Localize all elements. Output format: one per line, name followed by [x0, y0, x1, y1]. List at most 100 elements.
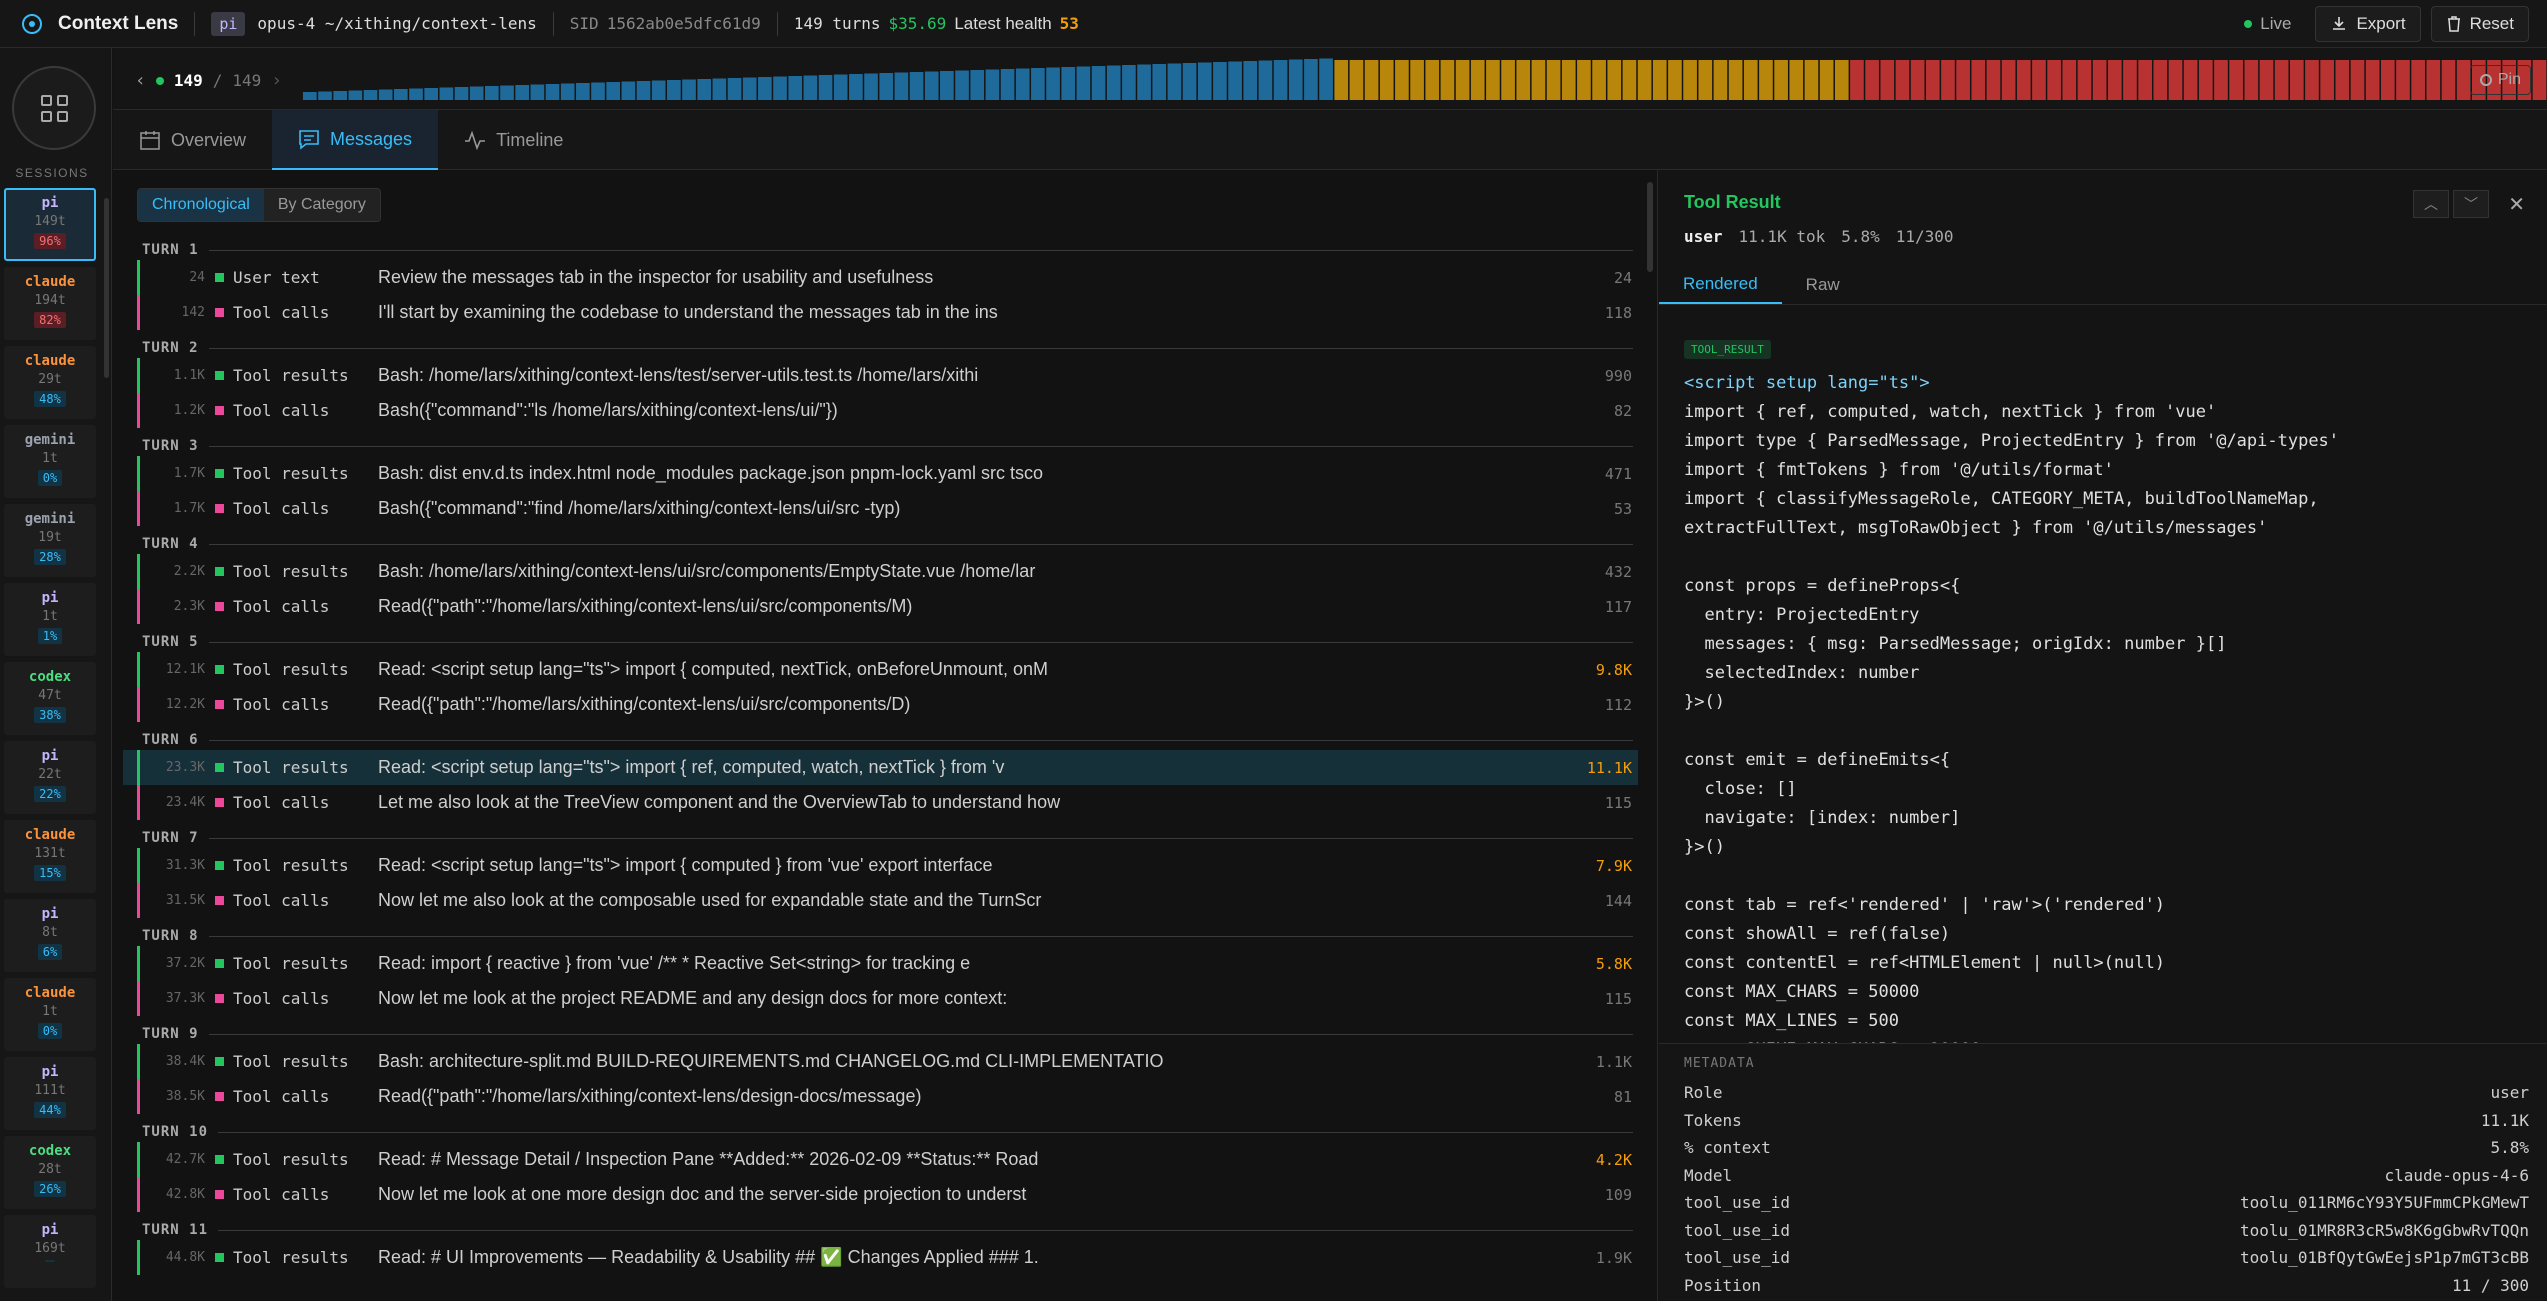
- turn-bar[interactable]: [773, 76, 787, 101]
- turn-bar[interactable]: [1516, 60, 1531, 100]
- turn-bar[interactable]: [2077, 60, 2092, 100]
- chronological-button[interactable]: Chronological: [138, 189, 264, 221]
- turn-bar[interactable]: [409, 88, 423, 101]
- turn-bar[interactable]: [1880, 60, 1895, 100]
- turn-bar[interactable]: [2214, 60, 2228, 100]
- turn-bar[interactable]: [1440, 60, 1455, 100]
- turn-bar[interactable]: [1122, 65, 1136, 100]
- messages-scrollbar[interactable]: [1647, 182, 1653, 272]
- turn-bar[interactable]: [1182, 63, 1197, 100]
- turn-bar[interactable]: [1273, 60, 1288, 100]
- pin-button[interactable]: Pin: [2469, 65, 2531, 95]
- turn-bar[interactable]: [2350, 60, 2365, 100]
- turn-bar[interactable]: [636, 81, 651, 100]
- turn-bar[interactable]: [485, 86, 499, 100]
- turn-bar[interactable]: [1850, 60, 1864, 100]
- sidebar-scrollbar[interactable]: [104, 198, 109, 378]
- session-item[interactable]: pi 169t: [4, 1215, 96, 1288]
- message-row[interactable]: 12.2K Tool calls Read({"path":"/home/lar…: [123, 687, 1638, 722]
- turn-bar[interactable]: [500, 85, 514, 101]
- turn-bar[interactable]: [1789, 60, 1804, 100]
- session-item[interactable]: claude 29t 48%: [4, 346, 96, 419]
- turn-bar[interactable]: [303, 92, 317, 100]
- turn-bar[interactable]: [803, 75, 818, 101]
- turn-bar[interactable]: [1046, 67, 1060, 101]
- turn-bar[interactable]: [1197, 62, 1212, 101]
- turn-bar[interactable]: [1668, 60, 1682, 100]
- turn-bar[interactable]: [1395, 60, 1409, 100]
- turn-bar[interactable]: [2229, 60, 2243, 100]
- turn-bar[interactable]: [1152, 64, 1167, 100]
- turn-bar[interactable]: [1561, 60, 1576, 100]
- turn-bar[interactable]: [970, 70, 985, 100]
- turn-bar[interactable]: [1637, 60, 1652, 100]
- turn-bar[interactable]: [1410, 60, 1424, 100]
- turn-bar[interactable]: [1137, 64, 1151, 101]
- turn-bar[interactable]: [1895, 60, 1910, 100]
- turn-bar[interactable]: [1956, 60, 1970, 100]
- turn-bar[interactable]: [2092, 60, 2107, 100]
- turn-bar[interactable]: [1091, 66, 1106, 100]
- turn-bar[interactable]: [1622, 60, 1637, 100]
- next-message-button[interactable]: ﹀: [2453, 190, 2489, 218]
- turn-bar[interactable]: [1304, 59, 1318, 100]
- tab-timeline[interactable]: Timeline: [438, 110, 589, 170]
- turn-bar[interactable]: [2365, 60, 2380, 100]
- turn-bar[interactable]: [576, 83, 590, 100]
- turn-bar[interactable]: [2274, 60, 2289, 100]
- live-indicator[interactable]: Live: [2244, 14, 2291, 34]
- message-row[interactable]: 38.4K Tool results Bash: architecture-sp…: [123, 1044, 1638, 1079]
- turn-bar[interactable]: [1834, 60, 1849, 100]
- turn-bar[interactable]: [1713, 60, 1728, 100]
- turn-bar[interactable]: [2016, 60, 2031, 100]
- turn-bar[interactable]: [2320, 60, 2334, 100]
- turn-bar[interactable]: [2183, 60, 2198, 100]
- turn-bar[interactable]: [682, 79, 696, 101]
- session-item[interactable]: claude 131t 15%: [4, 820, 96, 893]
- turn-bar[interactable]: [621, 81, 636, 101]
- message-row[interactable]: 2.2K Tool results Bash: /home/lars/xithi…: [123, 554, 1638, 589]
- turn-bar[interactable]: [1379, 60, 1394, 100]
- turn-bar[interactable]: [378, 89, 393, 101]
- turn-bar[interactable]: [1364, 60, 1379, 100]
- turn-bar[interactable]: [1319, 58, 1333, 101]
- turn-bar[interactable]: [667, 80, 681, 100]
- turn-bar[interactable]: [742, 77, 757, 101]
- turn-bar[interactable]: [318, 91, 332, 101]
- turn-bar[interactable]: [1228, 61, 1242, 101]
- previous-message-button[interactable]: ︿: [2413, 190, 2449, 218]
- turn-bar[interactable]: [1925, 60, 1940, 100]
- turn-bar[interactable]: [606, 82, 621, 100]
- turn-bar[interactable]: [1865, 60, 1879, 100]
- turn-bar[interactable]: [2062, 60, 2077, 100]
- session-item[interactable]: codex 28t 26%: [4, 1136, 96, 1209]
- tab-rendered[interactable]: Rendered: [1659, 265, 1782, 304]
- message-row[interactable]: 24 User text Review the messages tab in …: [123, 260, 1638, 295]
- turn-bar[interactable]: [424, 88, 439, 100]
- turn-bar[interactable]: [727, 78, 742, 100]
- turn-bar[interactable]: [515, 85, 530, 100]
- turn-bar[interactable]: [879, 73, 894, 100]
- turn-bar[interactable]: [2380, 60, 2395, 100]
- message-row[interactable]: 31.5K Tool calls Now let me also look at…: [123, 883, 1638, 918]
- turn-bar[interactable]: [348, 90, 363, 101]
- turn-bar[interactable]: [818, 75, 833, 100]
- turn-bar[interactable]: [1167, 63, 1182, 101]
- export-button[interactable]: Export: [2315, 5, 2421, 42]
- session-item[interactable]: gemini 1t 0%: [4, 425, 96, 498]
- reset-button[interactable]: Reset: [2430, 5, 2529, 42]
- session-item[interactable]: pi 1t 1%: [4, 583, 96, 656]
- turn-bar[interactable]: [2335, 60, 2350, 100]
- turn-bar[interactable]: [530, 84, 545, 101]
- turn-bar[interactable]: [1031, 68, 1045, 100]
- message-row[interactable]: 31.3K Tool results Read: <script setup l…: [123, 848, 1638, 883]
- turn-strip-bars[interactable]: [303, 58, 2547, 100]
- turn-bar[interactable]: [2532, 60, 2547, 100]
- tab-messages[interactable]: Messages: [272, 110, 439, 170]
- tab-overview[interactable]: Overview: [113, 110, 272, 170]
- turn-bar[interactable]: [2168, 60, 2183, 100]
- turn-bar[interactable]: [1986, 60, 2001, 100]
- turn-bar[interactable]: [2289, 60, 2304, 100]
- turn-bar[interactable]: [1243, 61, 1258, 100]
- turn-bar[interactable]: [2244, 60, 2259, 100]
